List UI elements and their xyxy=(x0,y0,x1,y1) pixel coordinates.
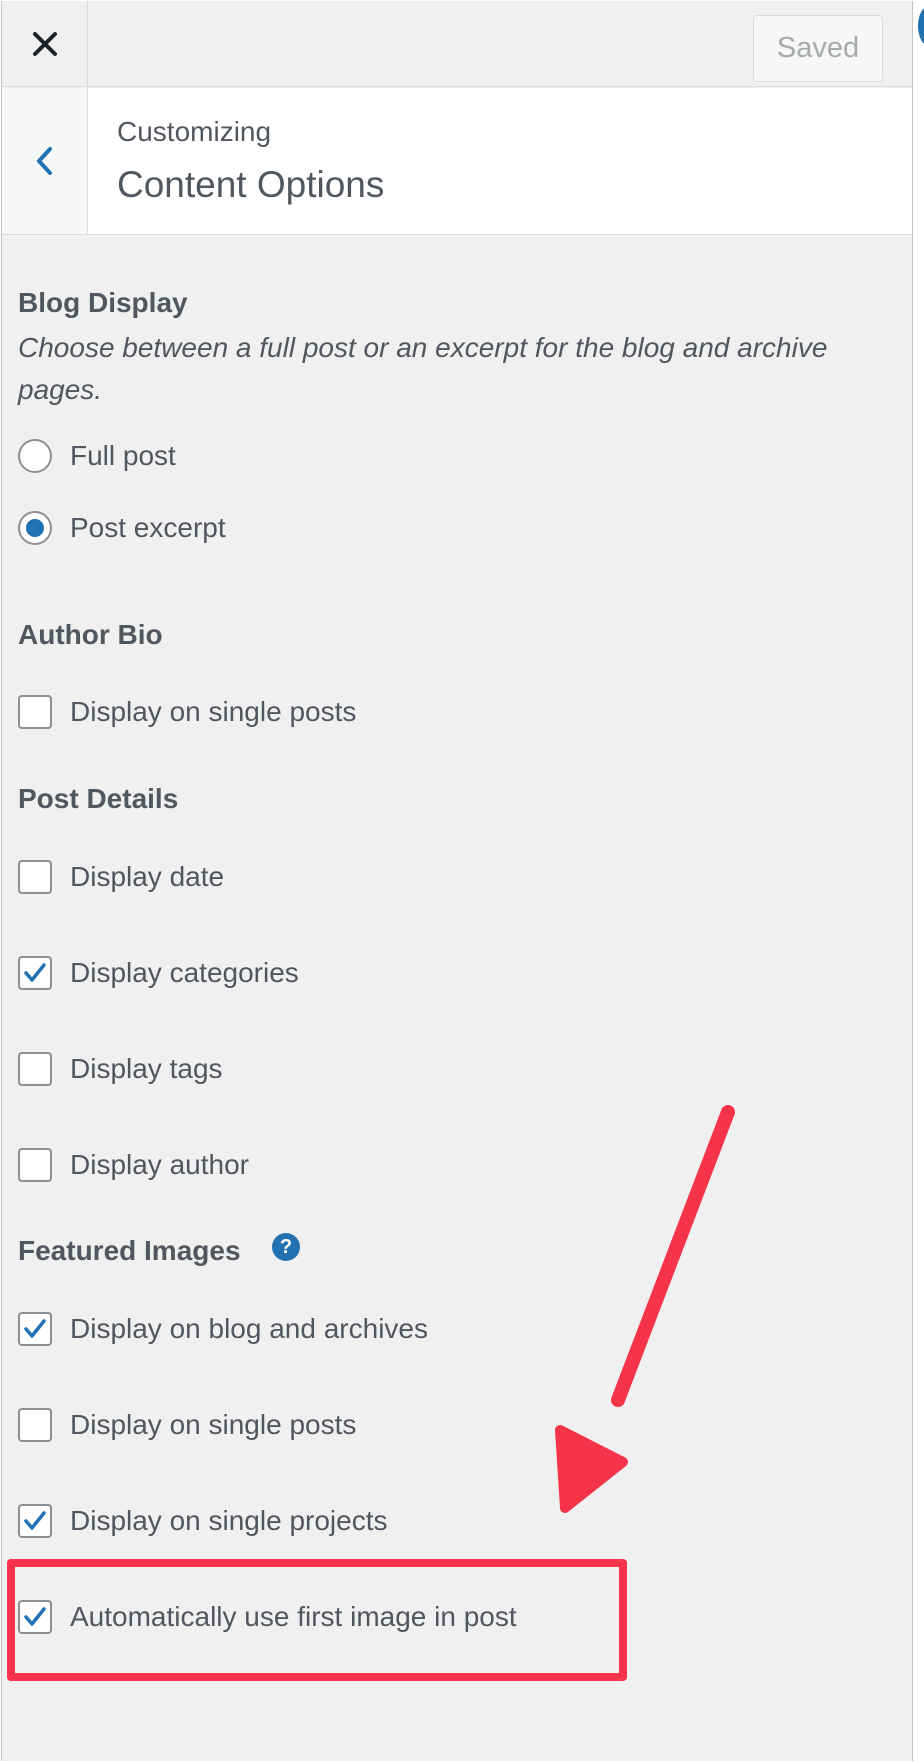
annotation-arrow xyxy=(555,1105,735,1513)
